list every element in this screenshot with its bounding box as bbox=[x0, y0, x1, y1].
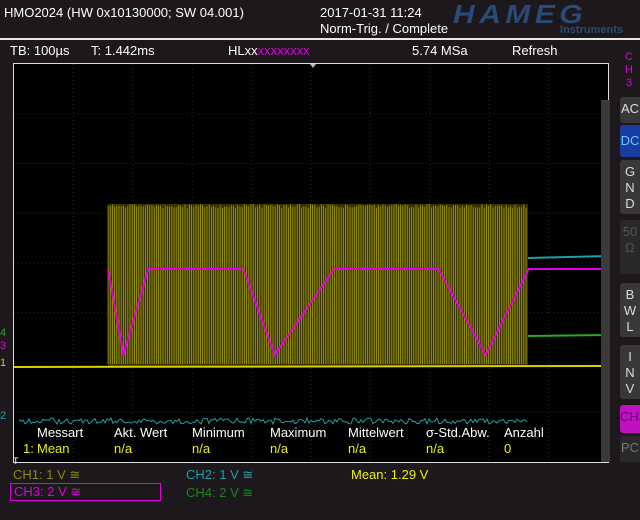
measurement-table: Messart Akt. Wert Minimum Maximum Mittel… bbox=[10, 425, 608, 466]
sample-rate: 5.74 MSa bbox=[412, 43, 468, 58]
cell-std: n/a bbox=[426, 441, 445, 456]
header-std: σ-Std.Abw. bbox=[426, 425, 490, 440]
side-channel-label: C H 3 bbox=[625, 51, 633, 89]
waveform-display[interactable] bbox=[13, 63, 609, 463]
trigger-marker: T bbox=[13, 456, 19, 466]
invert-button[interactable]: I N V bbox=[620, 345, 640, 399]
bandwidth-limit-button[interactable]: B W L bbox=[620, 283, 640, 337]
ch3-setting[interactable]: CH3: 2 V ≅ bbox=[10, 483, 161, 501]
ch1-burst-fill bbox=[108, 204, 528, 366]
cell-mittelwert: n/a bbox=[348, 441, 367, 456]
ch4-marker[interactable]: 4 bbox=[0, 327, 6, 339]
mean-readout: Mean: 1.29 V bbox=[351, 467, 429, 482]
header-anzahl: Anzahl bbox=[504, 425, 544, 440]
ch2-trace-tail bbox=[527, 255, 609, 259]
cell-akt-wert: n/a bbox=[114, 441, 133, 456]
ch4-setting[interactable]: CH4: 2 V ≅ bbox=[186, 485, 253, 501]
ch3-button[interactable]: CH3 bbox=[620, 405, 640, 433]
scrollbar[interactable] bbox=[601, 100, 610, 462]
header-divider bbox=[0, 38, 640, 40]
logic-pattern[interactable]: HLxxxxxxxxxx bbox=[228, 43, 310, 58]
timebase[interactable]: TB: 100µs bbox=[10, 43, 70, 58]
header-akt-wert: Akt. Wert bbox=[114, 425, 168, 440]
ch1-setting[interactable]: CH1: 1 V ≅ bbox=[13, 467, 80, 483]
ch3-marker[interactable]: 3 bbox=[0, 340, 6, 352]
cell-messart: Mean bbox=[37, 441, 70, 456]
ch4-trace bbox=[527, 334, 609, 337]
cell-maximum: n/a bbox=[270, 441, 289, 456]
pattern-suffix: xxxxxxxx bbox=[257, 43, 310, 58]
pattern-prefix: HLxx bbox=[228, 43, 258, 58]
device-title: HMO2024 (HW 0x10130000; SW 04.001) bbox=[4, 5, 244, 20]
hameg-logo: HAMEG Instruments bbox=[453, 0, 623, 36]
header-mittelwert: Mittelwert bbox=[348, 425, 404, 440]
trigger-time[interactable]: T: 1.442ms bbox=[91, 43, 155, 58]
probe-compensation-button[interactable]: PC bbox=[620, 436, 640, 462]
ch1-marker[interactable]: 1 bbox=[0, 357, 6, 369]
cell-minimum: n/a bbox=[192, 441, 211, 456]
header-maximum: Maximum bbox=[270, 425, 327, 440]
ch2-marker[interactable]: 2 bbox=[0, 410, 6, 422]
header-messart: Messart bbox=[37, 425, 84, 440]
ch1-baseline bbox=[13, 365, 609, 368]
coupling-gnd-button[interactable]: G N D bbox=[620, 160, 640, 214]
trigger-position-icon bbox=[310, 64, 316, 68]
row-index: 1: bbox=[23, 441, 34, 456]
acquisition-mode[interactable]: Refresh bbox=[512, 43, 558, 58]
impedance-50-button: 50 Ω bbox=[620, 220, 640, 274]
coupling-dc-button[interactable]: DC bbox=[620, 125, 640, 157]
ch2-trace bbox=[18, 416, 528, 426]
coupling-ac-button[interactable]: AC bbox=[620, 97, 640, 123]
waveform-canvas bbox=[13, 64, 609, 462]
datetime: 2017-01-31 11:24 bbox=[320, 5, 422, 20]
trigger-status: Norm-Trig. / Complete bbox=[320, 21, 449, 36]
ch2-setting[interactable]: CH2: 1 V ≅ bbox=[186, 467, 253, 483]
cell-anzahl: 0 bbox=[504, 441, 512, 456]
header-minimum: Minimum bbox=[192, 425, 245, 440]
